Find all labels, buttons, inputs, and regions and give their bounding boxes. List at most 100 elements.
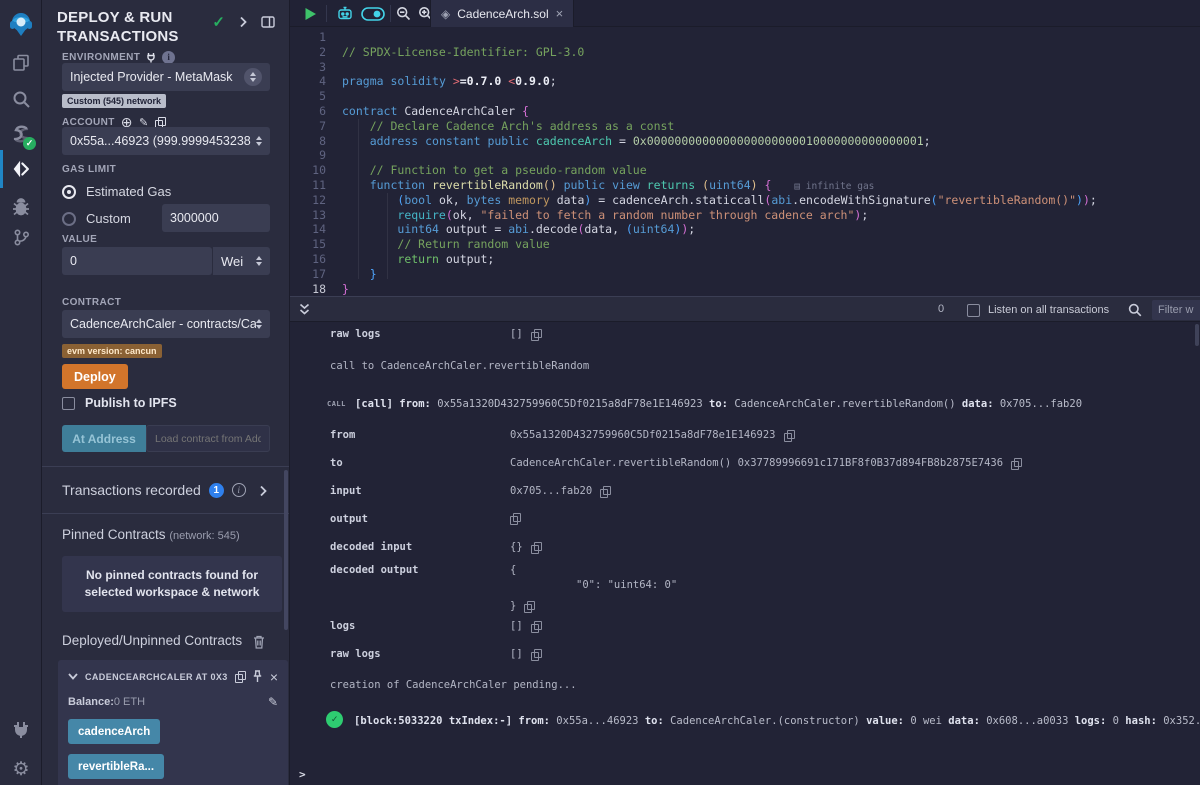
tab-close-icon[interactable]: × [556,6,564,21]
contract-function-button[interactable]: cadenceArch [68,719,160,744]
solidity-compiler-icon[interactable]: ✓ [0,117,42,151]
code-line: 7 // Declare Cadence Arch's address as a… [290,119,1200,134]
deploy-run-icon[interactable] [0,152,42,186]
copilot-toggle-icon[interactable] [358,0,388,27]
zoom-out-icon[interactable] [392,0,414,27]
terminal[interactable]: raw logs[]call to CadenceArchCaler.rever… [290,322,1200,785]
code-line: 10 // Function to get a pseudo-random va… [290,163,1200,178]
balance-label: Balance: [68,696,114,708]
custom-gas-radio[interactable] [62,212,76,226]
copy-icon[interactable] [531,621,541,632]
remove-contract-icon[interactable]: × [270,672,278,682]
code-line: 17 } [290,267,1200,282]
copy-icon[interactable] [524,601,534,612]
estimated-gas-radio[interactable] [62,185,76,199]
value-input[interactable] [62,247,212,275]
terminal-header: 0 Listen on all transactions [290,296,1200,322]
debugger-icon[interactable] [0,190,42,224]
collapse-contract-icon[interactable] [68,673,78,680]
transactions-expand-icon[interactable] [259,485,267,497]
tab-label: CadenceArch.sol [457,7,548,21]
contract-select[interactable]: CadenceArchCaler - contracts/Cac [62,310,270,338]
editor-toolbar: ◈ CadenceArch.sol × [290,0,1200,27]
panel-chevron-right-icon[interactable] [239,16,247,28]
line-number: 6 [290,104,342,119]
line-number: 8 [290,134,342,149]
copy-icon[interactable] [510,513,520,524]
line-number: 7 [290,119,342,134]
custom-gas-input[interactable] [162,204,270,232]
value-label: VALUE [62,234,97,245]
remix-logo-icon[interactable] [0,7,42,41]
line-number: 5 [290,89,342,104]
solidity-file-icon: ◈ [441,7,450,21]
account-select[interactable]: 0x55a...46923 (999.9999453238 [62,127,270,155]
deployed-contract-card: CADENCEARCHCALER AT 0X3 × Balance: 0 ETH… [58,660,288,785]
copy-icon[interactable] [784,430,794,441]
edit-balance-icon[interactable]: ✎ [268,695,278,709]
deploy-run-panel: DEPLOY & RUN TRANSACTIONS ✓ ENVIRONMENT … [42,0,290,785]
run-script-icon[interactable] [298,0,322,27]
code-line: 13 require(ok, "failed to fetch a random… [290,208,1200,223]
transactions-info-icon[interactable]: i [232,483,246,497]
line-number: 18 [290,282,342,297]
publish-ipfs-checkbox[interactable] [62,397,75,410]
terminal-prompt: > [299,768,306,781]
terminal-scrollbar[interactable] [1195,324,1199,346]
line-number: 10 [290,163,342,178]
fork-state-icon[interactable] [146,52,156,63]
publish-ipfs-option[interactable]: Publish to IPFS [62,396,177,410]
search-icon[interactable] [0,82,42,116]
line-number: 16 [290,252,342,267]
tab-cadencearch-sol[interactable]: ◈ CadenceArch.sol × [430,0,574,27]
file-explorer-icon[interactable] [0,46,42,80]
line-number: 12 [290,193,342,208]
gas-limit-label: GAS LIMIT [62,164,116,175]
code-line: 12 (bool ok, bytes memory data) = cadenc… [290,193,1200,208]
listen-checkbox[interactable] [967,304,980,317]
panel-layout-icon[interactable] [261,16,275,28]
code-line: 5 [290,89,1200,104]
line-number: 4 [290,74,342,89]
environment-select[interactable]: Injected Provider - MetaMask [62,63,270,91]
copy-icon[interactable] [531,329,541,340]
line-number: 9 [290,148,342,163]
clear-contracts-trash-icon[interactable] [253,635,265,649]
remix-ide: ✓ [0,0,1200,785]
line-number: 13 [290,208,342,223]
panel-scrollbar[interactable] [284,470,288,630]
line-number: 2 [290,45,342,60]
code-line: 11 function revertibleRandom() public vi… [290,178,1200,193]
settings-gear-icon[interactable]: ⚙ [0,752,42,785]
terminal-expand-icon[interactable] [299,303,310,321]
select-updown-icon [256,256,262,266]
plugin-manager-icon[interactable] [0,713,42,747]
at-address-input[interactable] [146,425,270,452]
terminal-filter-input[interactable] [1152,300,1200,320]
code-line: 14 uint64 output = abi.decode(data, (uin… [290,222,1200,237]
ai-copilot-icon[interactable] [332,0,358,27]
pinned-contracts-title: Pinned Contracts (network: 545) [62,527,240,542]
line-number: 1 [290,30,342,45]
deploy-button[interactable]: Deploy [62,364,128,389]
git-icon[interactable] [0,220,42,254]
select-updown-icon [256,319,262,329]
value-unit-select[interactable]: Wei [212,247,270,275]
pin-contract-icon[interactable] [252,670,263,683]
line-number: 17 [290,267,342,282]
estimated-gas-option[interactable]: Estimated Gas [62,184,171,199]
code-editor[interactable]: 12// SPDX-License-Identifier: GPL-3.034p… [290,27,1200,296]
contract-function-button[interactable]: revertibleRa... [68,754,164,779]
line-number: 14 [290,222,342,237]
copy-icon[interactable] [1011,458,1021,469]
terminal-search-icon[interactable] [1128,303,1142,322]
copy-icon[interactable] [531,542,541,553]
panel-check-icon: ✓ [212,13,225,31]
copy-icon[interactable] [600,486,610,497]
at-address-button[interactable]: At Address [62,425,146,452]
custom-gas-option[interactable]: Custom [62,211,131,226]
copy-address-icon[interactable] [235,671,245,682]
line-number: 15 [290,237,342,252]
network-badge: Custom (545) network [62,94,166,108]
copy-icon[interactable] [531,649,541,660]
